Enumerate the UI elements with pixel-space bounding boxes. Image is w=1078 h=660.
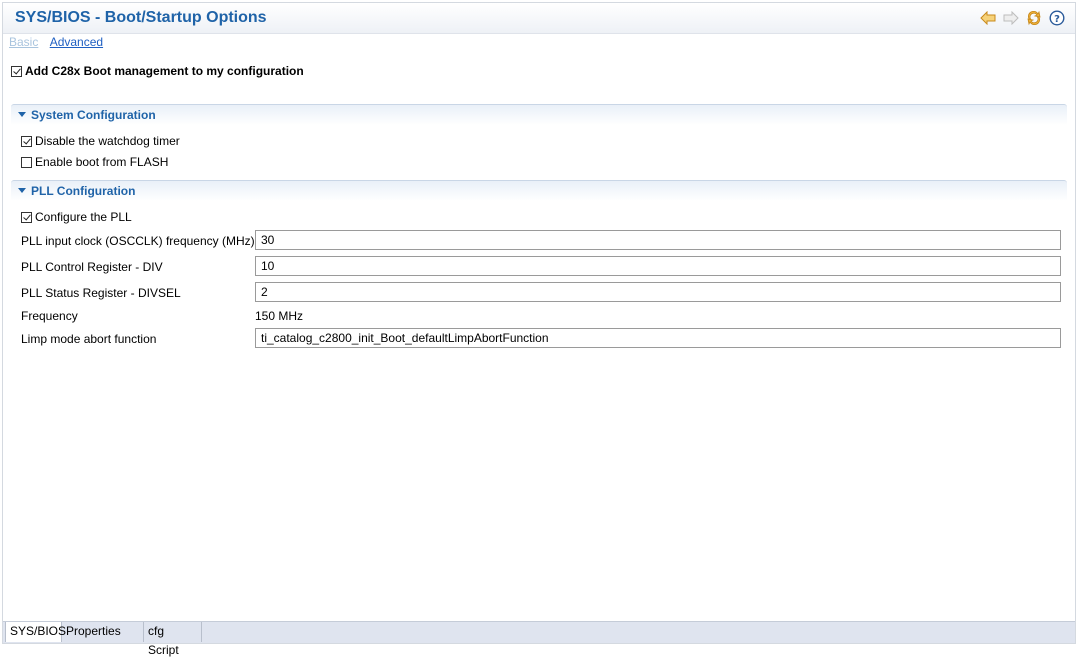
disable-watchdog-label: Disable the watchdog timer bbox=[35, 134, 180, 148]
pll-div-label: PLL Control Register - DIV bbox=[21, 260, 163, 274]
page-title: SYS/BIOS - Boot/Startup Options bbox=[15, 9, 267, 26]
limp-fn-label: Limp mode abort function bbox=[21, 332, 157, 346]
system-config-title: System Configuration bbox=[31, 108, 156, 122]
system-config-section-header[interactable]: System Configuration bbox=[11, 104, 1067, 125]
boot-mgmt-option[interactable]: Add C28x Boot management to my configura… bbox=[11, 64, 304, 78]
collapse-arrow-icon[interactable] bbox=[18, 188, 26, 193]
back-arrow-icon[interactable] bbox=[979, 9, 996, 26]
pll-config-section-header[interactable]: PLL Configuration bbox=[11, 180, 1067, 201]
svg-text:?: ? bbox=[1054, 14, 1060, 25]
forward-arrow-icon[interactable] bbox=[1002, 9, 1019, 26]
help-icon[interactable]: ? bbox=[1048, 9, 1065, 26]
boot-from-flash-checkbox[interactable] bbox=[21, 156, 32, 168]
pll-divsel-input[interactable] bbox=[255, 282, 1061, 302]
disable-watchdog-option[interactable]: Disable the watchdog timer bbox=[21, 134, 180, 148]
frequency-label: Frequency bbox=[21, 309, 78, 323]
frequency-value: 150 MHz bbox=[255, 309, 304, 323]
configure-pll-checkbox[interactable] bbox=[21, 211, 32, 223]
osc-clock-label: PLL input clock (OSCCLK) frequency (MHz) bbox=[21, 234, 255, 248]
boot-options-editor: SYS/BIOS - Boot/Startup Options ? Basic … bbox=[2, 2, 1076, 657]
pll-config-title: PLL Configuration bbox=[31, 184, 136, 198]
pll-divsel-label: PLL Status Register - DIVSEL bbox=[21, 286, 181, 300]
sync-icon[interactable] bbox=[1025, 9, 1042, 26]
tab-properties[interactable]: Properties bbox=[62, 622, 144, 642]
collapse-arrow-icon[interactable] bbox=[18, 112, 26, 117]
editor-tabs: SYS/BIOS Properties cfg Script bbox=[3, 621, 1075, 657]
boot-mgmt-label: Add C28x Boot management to my configura… bbox=[25, 64, 304, 78]
tab-sysbios[interactable]: SYS/BIOS bbox=[5, 622, 66, 642]
boot-mgmt-checkbox[interactable] bbox=[11, 65, 22, 77]
tab-cfg-script[interactable]: cfg Script bbox=[144, 622, 202, 657]
editor-header: SYS/BIOS - Boot/Startup Options ? bbox=[3, 3, 1075, 34]
header-toolbar: ? bbox=[979, 9, 1065, 26]
pll-div-input[interactable] bbox=[255, 256, 1061, 276]
basic-mode-link: Basic bbox=[9, 35, 39, 49]
configure-pll-label: Configure the PLL bbox=[35, 210, 132, 224]
disable-watchdog-checkbox[interactable] bbox=[21, 135, 32, 147]
boot-from-flash-label: Enable boot from FLASH bbox=[35, 155, 169, 169]
boot-from-flash-option[interactable]: Enable boot from FLASH bbox=[21, 155, 168, 169]
mode-switch: Basic Advanced bbox=[9, 35, 103, 49]
limp-fn-input[interactable] bbox=[255, 328, 1061, 348]
osc-clock-input[interactable] bbox=[255, 230, 1061, 250]
advanced-mode-link[interactable]: Advanced bbox=[50, 35, 103, 49]
configure-pll-option[interactable]: Configure the PLL bbox=[21, 210, 132, 224]
